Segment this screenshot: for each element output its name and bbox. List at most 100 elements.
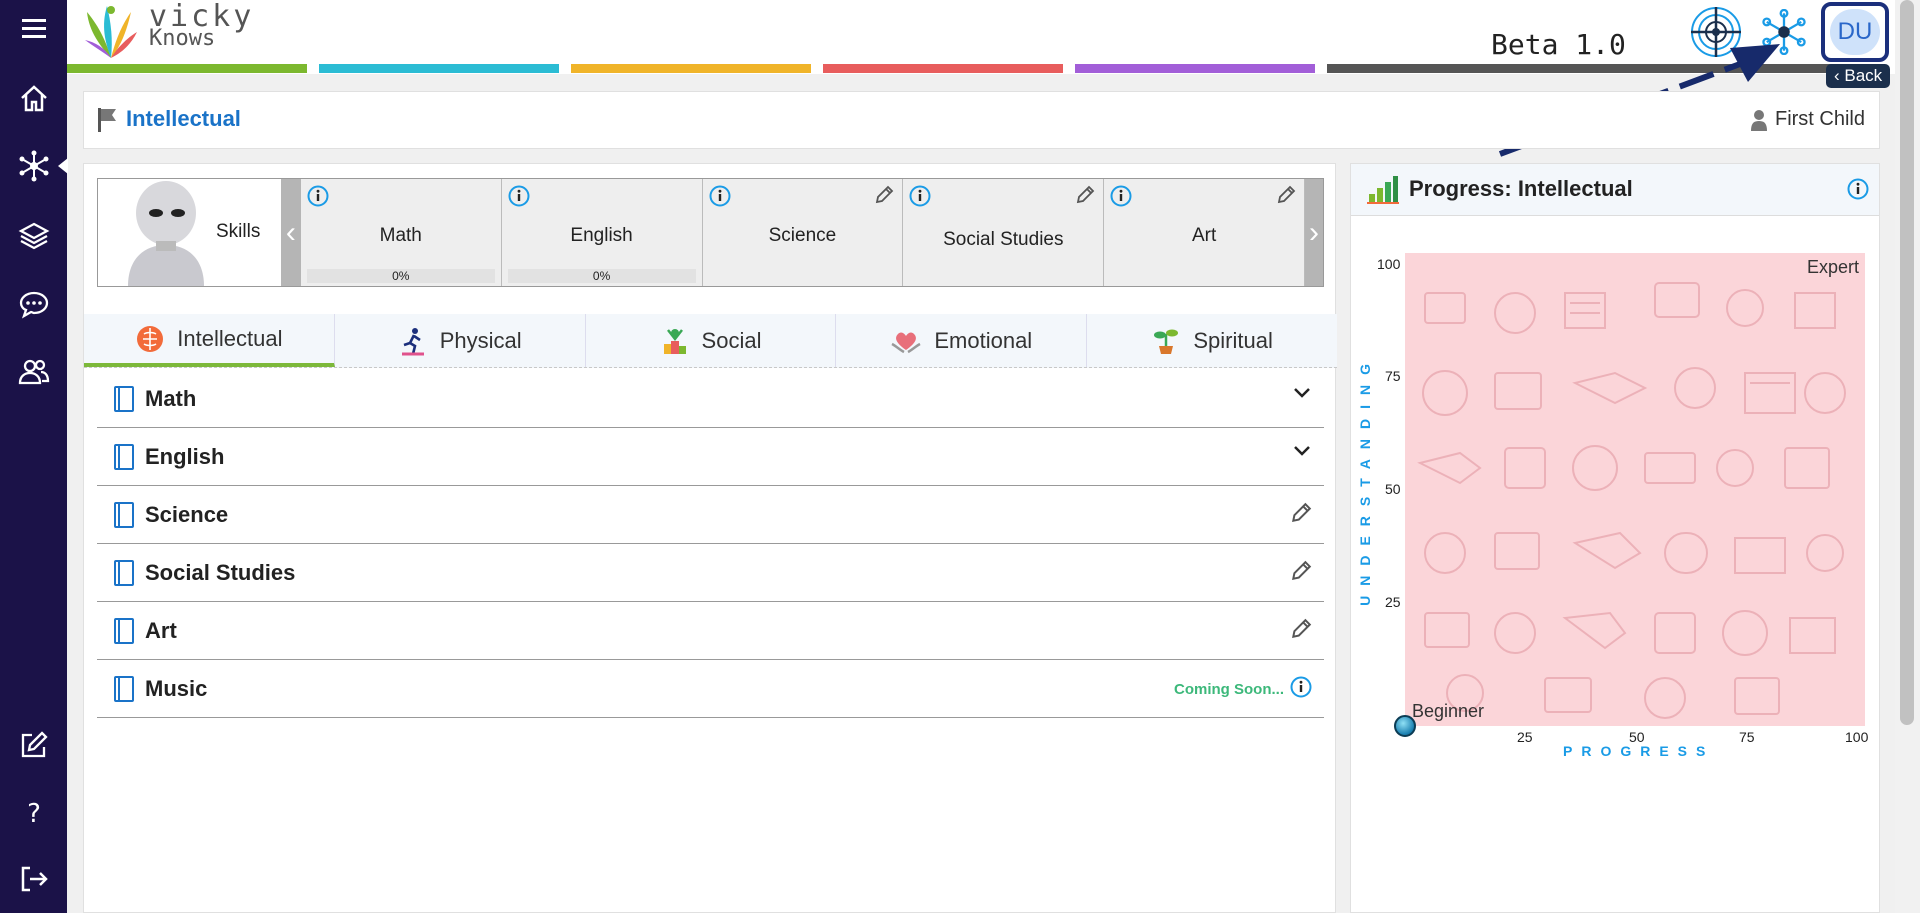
back-button[interactable]: ‹ Back — [1826, 64, 1891, 88]
skills-robot-card: Skills — [98, 179, 281, 286]
y-tick-100: 100 — [1377, 256, 1401, 272]
user-initials: DU — [1830, 9, 1880, 55]
social-podium-icon — [663, 328, 686, 354]
page-scrollbar[interactable] — [1895, 0, 1920, 913]
tab-label: Physical — [439, 327, 522, 353]
expert-label: Expert — [1806, 257, 1859, 277]
page-title: Intellectual — [126, 106, 241, 131]
pencil-icon[interactable] — [874, 185, 894, 210]
subject-name: English — [145, 443, 225, 469]
y-tick-50: 50 — [1385, 481, 1401, 497]
skill-progress-bar: 0% — [306, 269, 495, 283]
info-icon[interactable] — [508, 185, 530, 212]
coming-soon-label: Coming Soon... — [1174, 681, 1284, 698]
menu-icon[interactable] — [14, 9, 54, 49]
subject-row-english[interactable]: English — [97, 428, 1324, 486]
layers-icon[interactable] — [14, 216, 54, 256]
skills-carousel: Skills ‹ Math 0% English 0% Science Soci… — [97, 178, 1324, 287]
skill-name: Social Studies — [943, 229, 1064, 250]
book-icon — [114, 501, 134, 528]
x-tick-75: 75 — [1739, 729, 1755, 745]
info-icon[interactable] — [709, 185, 731, 212]
info-icon[interactable] — [909, 185, 931, 212]
x-axis-label: PROGRESS — [1563, 743, 1715, 759]
pencil-icon[interactable] — [1276, 185, 1296, 210]
subject-row-science[interactable]: Science — [97, 486, 1324, 544]
logo-mark-icon — [85, 6, 137, 58]
book-icon — [114, 675, 134, 702]
user-avatar-button[interactable]: DU — [1821, 2, 1889, 62]
logout-icon[interactable] — [14, 859, 54, 899]
chevron-left-icon: ‹ — [285, 215, 296, 249]
pencil-icon[interactable] — [1290, 502, 1312, 524]
y-axis-label: UNDERSTANDING — [1357, 354, 1373, 606]
subject-name: Art — [145, 617, 177, 643]
skill-card-art[interactable]: Art — [1104, 179, 1306, 286]
tab-emotional[interactable]: Emotional — [836, 314, 1088, 367]
tab-label: Emotional — [934, 327, 1033, 353]
subject-name: Science — [145, 501, 229, 527]
help-icon[interactable]: ? — [14, 792, 54, 832]
subject-row-art[interactable]: Art — [97, 602, 1324, 660]
tab-intellectual[interactable]: Intellectual — [84, 314, 335, 367]
book-icon — [114, 617, 134, 644]
subject-row-math[interactable]: Math — [97, 370, 1324, 428]
tab-label: Social — [701, 327, 762, 353]
back-label: Back — [1844, 66, 1883, 85]
main-panel: Skills ‹ Math 0% English 0% Science Soci… — [83, 163, 1337, 913]
subject-row-music[interactable]: Music Coming Soon... — [97, 660, 1324, 718]
y-tick-25: 25 — [1385, 594, 1401, 610]
y-tick-75: 75 — [1385, 368, 1401, 384]
progress-title: Progress: Intellectual — [1409, 176, 1633, 201]
book-icon — [114, 559, 134, 586]
skill-name: Math — [379, 225, 422, 246]
skill-card-science[interactable]: Science — [702, 179, 904, 286]
book-icon — [114, 385, 134, 412]
progress-panel: Progress: Intellectual Expert Beginner 1… — [1350, 163, 1880, 913]
page-title-bar: Intellectual First Child — [83, 91, 1880, 149]
users-icon[interactable] — [14, 352, 54, 392]
info-icon[interactable] — [1847, 178, 1869, 205]
info-icon[interactable] — [307, 185, 329, 212]
subject-row-social-studies[interactable]: Social Studies — [97, 544, 1324, 602]
subject-name: Social Studies — [145, 559, 296, 585]
info-icon[interactable] — [1290, 676, 1312, 703]
skill-name: English — [570, 225, 633, 246]
progress-plot-area: Expert Beginner — [1405, 253, 1865, 726]
tab-physical[interactable]: Physical — [335, 314, 586, 367]
edit-icon[interactable] — [14, 725, 54, 765]
pencil-icon[interactable] — [1290, 560, 1312, 582]
heart-hands-icon — [891, 332, 921, 353]
person-icon — [1750, 109, 1767, 131]
skill-card-social-studies[interactable]: Social Studies — [903, 179, 1105, 286]
skill-name: Science — [768, 225, 837, 246]
skills-label: Skills — [216, 221, 261, 242]
chevron-down-icon[interactable] — [1292, 444, 1312, 458]
network-icon[interactable] — [14, 146, 68, 186]
plant-icon — [1154, 329, 1179, 354]
pencil-icon[interactable] — [1075, 185, 1095, 210]
chat-icon[interactable] — [14, 284, 54, 324]
bar-chart-icon — [1367, 176, 1399, 204]
svg-text:?: ? — [27, 799, 41, 828]
tab-social[interactable]: Social — [586, 314, 837, 367]
home-icon[interactable] — [14, 79, 54, 119]
skill-card-english[interactable]: English 0% — [501, 179, 703, 286]
subject-name: Music — [145, 675, 208, 701]
child-selector[interactable]: First Child — [1750, 108, 1865, 131]
pencil-icon[interactable] — [1290, 618, 1312, 640]
app-logo[interactable]: vicky Knows — [81, 2, 254, 62]
scrollbar-thumb[interactable] — [1900, 0, 1914, 725]
info-icon[interactable] — [1110, 185, 1132, 212]
tab-label: Spiritual — [1193, 327, 1273, 353]
flag-icon — [98, 108, 116, 132]
x-tick-25: 25 — [1517, 729, 1533, 745]
carousel-prev-button[interactable]: ‹ — [280, 179, 301, 286]
brain-icon — [137, 325, 164, 352]
left-sidebar: ? — [0, 0, 68, 913]
tab-spiritual[interactable]: Spiritual — [1087, 314, 1337, 367]
carousel-next-button[interactable]: › — [1305, 179, 1324, 286]
chevron-down-icon[interactable] — [1292, 386, 1312, 400]
progress-point[interactable] — [1394, 715, 1416, 737]
skill-card-math[interactable]: Math 0% — [300, 179, 502, 286]
